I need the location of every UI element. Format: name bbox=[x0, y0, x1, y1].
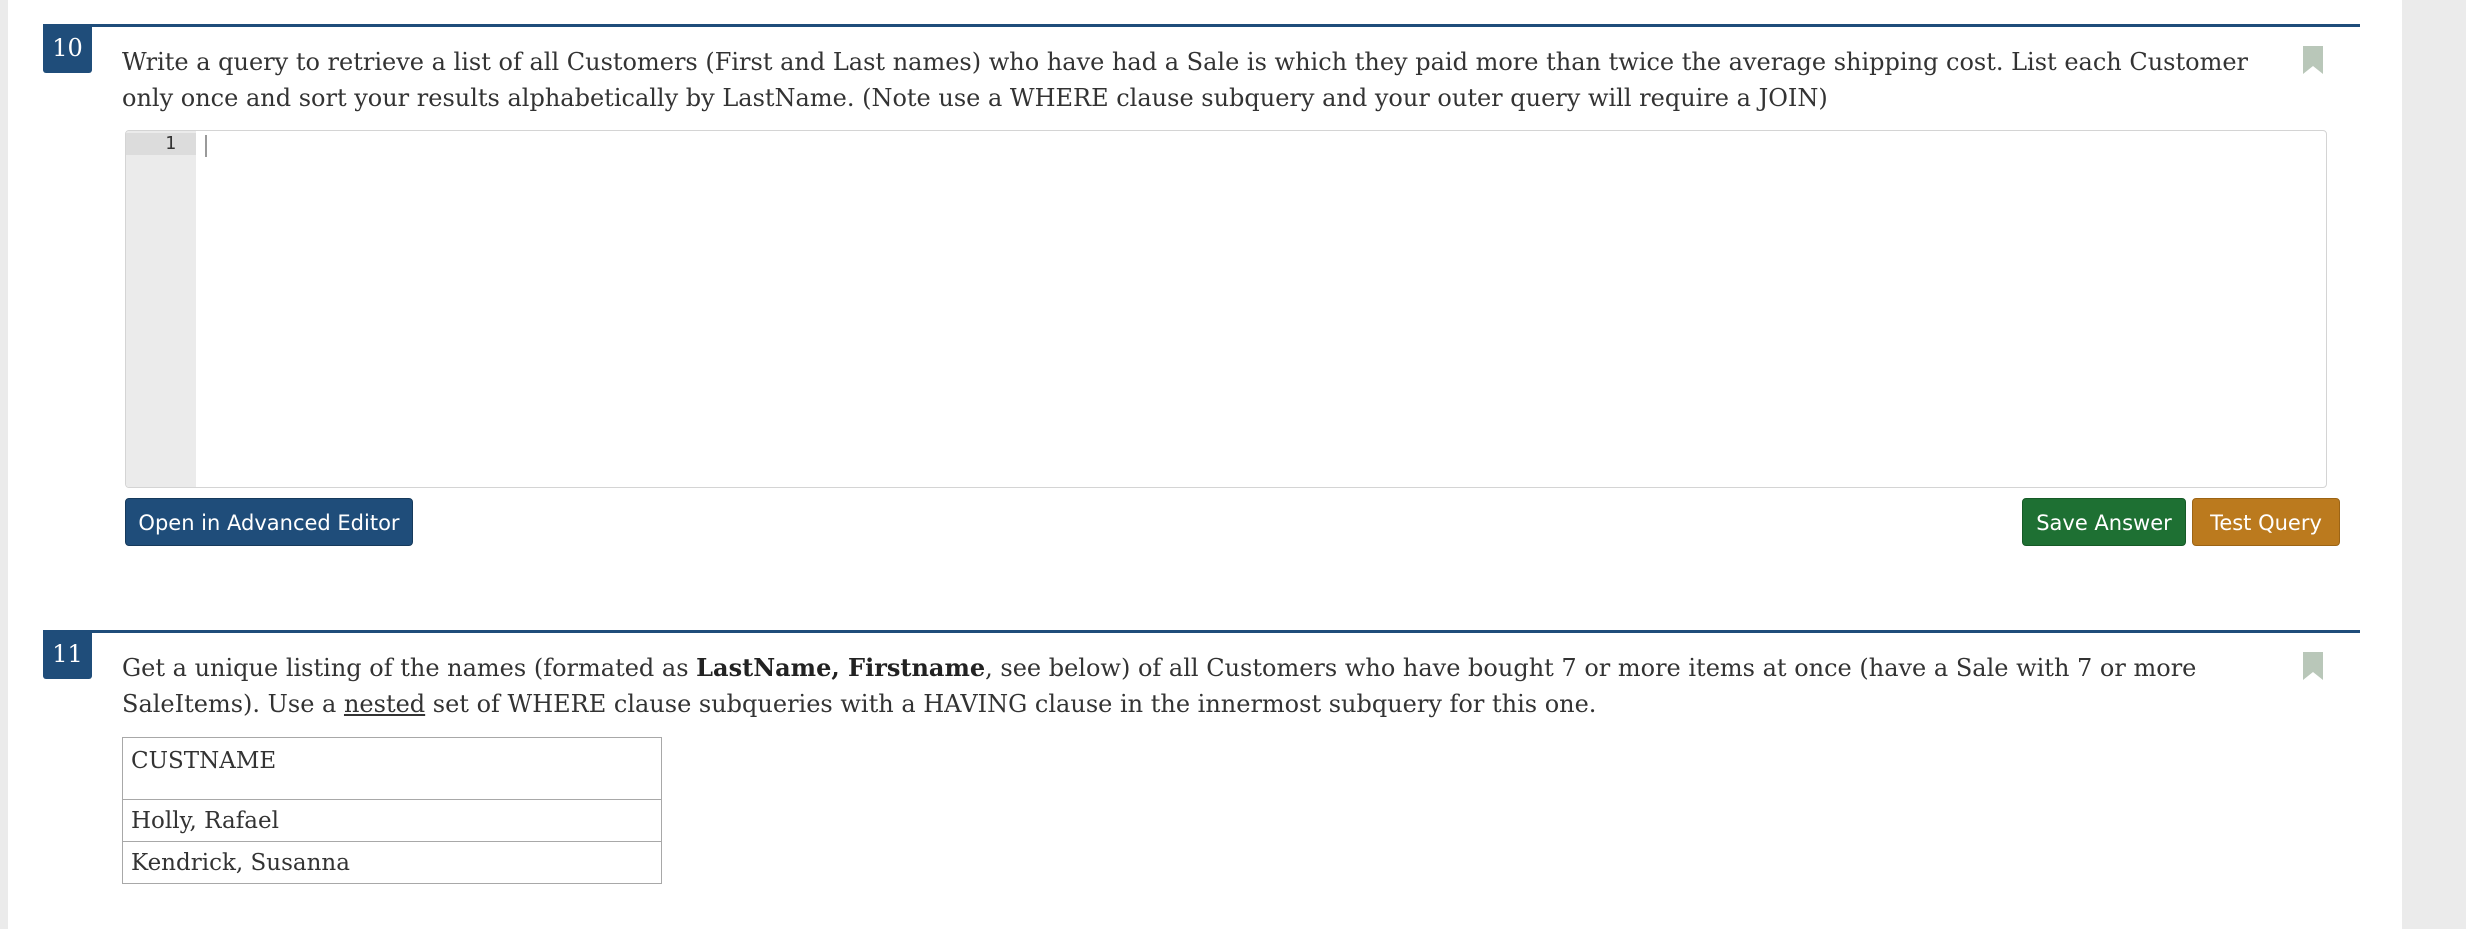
question-text-part: Get a unique listing of the names (forma… bbox=[122, 654, 697, 682]
table-row: Holly, Rafael bbox=[122, 799, 662, 842]
table-cell: Holly, Rafael bbox=[122, 799, 662, 842]
table-cell: Kendrick, Susanna bbox=[122, 841, 662, 884]
table-header-row: CUSTNAME bbox=[122, 737, 662, 800]
bookmark-icon[interactable] bbox=[2303, 46, 2323, 74]
quiz-page: 10 Write a query to retrieve a list of a… bbox=[8, 0, 2402, 929]
save-answer-button[interactable]: Save Answer bbox=[2022, 498, 2186, 546]
question-text: Get a unique listing of the names (forma… bbox=[122, 650, 2272, 722]
question-text-part: set of WHERE clause subqueries with a HA… bbox=[425, 690, 1597, 718]
question-divider bbox=[43, 24, 2360, 27]
text-cursor bbox=[205, 135, 207, 157]
question-11: 11 Get a unique listing of the names (fo… bbox=[43, 630, 2360, 929]
question-text: Write a query to retrieve a list of all … bbox=[122, 48, 2249, 112]
open-advanced-editor-button[interactable]: Open in Advanced Editor bbox=[125, 498, 413, 546]
column-header: CUSTNAME bbox=[122, 737, 662, 800]
bookmark-icon[interactable] bbox=[2303, 652, 2323, 680]
active-line-highlight bbox=[126, 133, 196, 155]
question-divider bbox=[43, 630, 2360, 633]
test-query-button[interactable]: Test Query bbox=[2192, 498, 2340, 546]
table-row: Kendrick, Susanna bbox=[122, 841, 662, 884]
question-number: 11 bbox=[43, 630, 92, 679]
format-emphasis: LastName, Firstname bbox=[696, 653, 986, 682]
nested-emphasis: nested bbox=[343, 690, 426, 718]
question-10: 10 Write a query to retrieve a list of a… bbox=[43, 24, 2360, 546]
editor-gutter: 1 bbox=[126, 131, 196, 487]
question-number: 10 bbox=[43, 24, 92, 73]
expected-result-table: CUSTNAME Holly, Rafael Kendrick, Susanna bbox=[122, 737, 662, 884]
sql-code-editor[interactable]: 1 bbox=[125, 130, 2327, 488]
line-number: 1 bbox=[165, 133, 176, 154]
